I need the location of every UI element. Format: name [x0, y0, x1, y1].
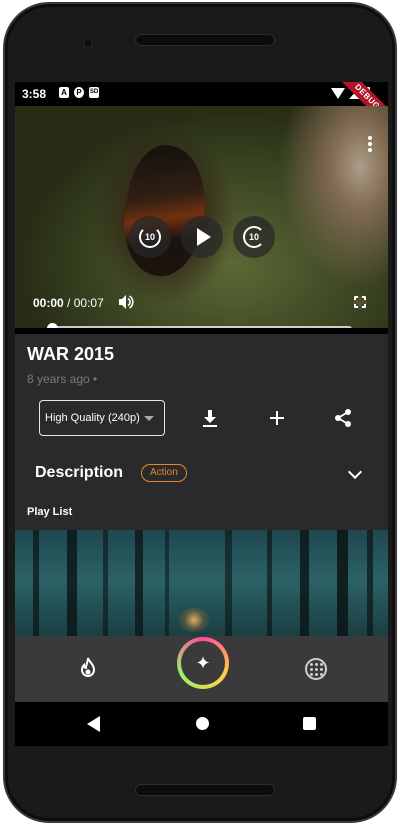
forward-icon: 10 — [243, 226, 265, 248]
fullscreen-icon[interactable] — [353, 295, 367, 309]
video-subtitle: 8 years ago • — [27, 372, 98, 386]
video-title: WAR 2015 — [27, 344, 115, 364]
home-icon[interactable] — [196, 717, 209, 730]
app-screen: 3:58 A P SD DEBUG 10 10 00:00 / 00:07 WA… — [15, 82, 388, 746]
rewind-seconds: 10 — [144, 232, 155, 242]
bottom-navigation: ✦ — [15, 636, 388, 702]
notification-p-icon: P — [74, 87, 84, 98]
sparkle-button[interactable]: ✦ — [177, 637, 229, 689]
notification-a-icon: A — [59, 87, 69, 98]
playlist-thumbnail[interactable] — [15, 530, 388, 640]
replay-icon: 10 — [139, 226, 161, 248]
download-icon[interactable] — [199, 407, 221, 429]
status-time: 3:58 — [22, 87, 47, 101]
recents-icon[interactable] — [303, 717, 316, 730]
play-icon — [197, 228, 211, 246]
fire-icon[interactable] — [77, 656, 99, 680]
play-button[interactable] — [181, 216, 223, 258]
forward-seconds: 10 — [248, 232, 259, 242]
notification-icons: A P SD — [59, 87, 99, 98]
video-player[interactable]: 10 10 00:00 / 00:07 — [15, 106, 388, 334]
quality-dropdown[interactable]: High Quality (240p) — [39, 400, 165, 436]
system-navigation-bar — [15, 702, 388, 746]
sd-card-icon: SD — [89, 87, 99, 98]
status-bar: 3:58 A P SD DEBUG — [15, 82, 388, 134]
genre-badge: Action — [141, 464, 187, 482]
sparkle-icon: ✦ — [181, 641, 225, 685]
bottom-speaker — [135, 784, 275, 796]
chevron-down-icon[interactable] — [347, 464, 363, 480]
front-camera — [83, 38, 93, 48]
video-bottom-bar — [15, 328, 388, 334]
volume-icon[interactable] — [118, 294, 134, 310]
playlist-title: Play List — [27, 506, 73, 518]
time-separator: / — [63, 296, 74, 310]
wifi-icon — [331, 87, 345, 99]
lantern-glow — [179, 608, 209, 632]
time-display: 00:00 / 00:07 — [33, 296, 104, 310]
description-title[interactable]: Description — [35, 464, 123, 482]
more-vert-icon[interactable] — [368, 136, 372, 152]
earpiece-speaker — [135, 34, 275, 46]
duration: 00:07 — [73, 296, 104, 310]
grid-icon[interactable] — [305, 658, 327, 680]
forward-button[interactable]: 10 — [233, 216, 275, 258]
add-icon[interactable] — [266, 407, 288, 429]
share-icon[interactable] — [332, 407, 354, 429]
current-time: 00:00 — [33, 296, 64, 310]
quality-value: High Quality (240p) — [45, 412, 140, 424]
dropdown-arrow-icon — [144, 416, 154, 421]
rewind-button[interactable]: 10 — [129, 216, 171, 258]
back-icon[interactable] — [87, 716, 100, 732]
